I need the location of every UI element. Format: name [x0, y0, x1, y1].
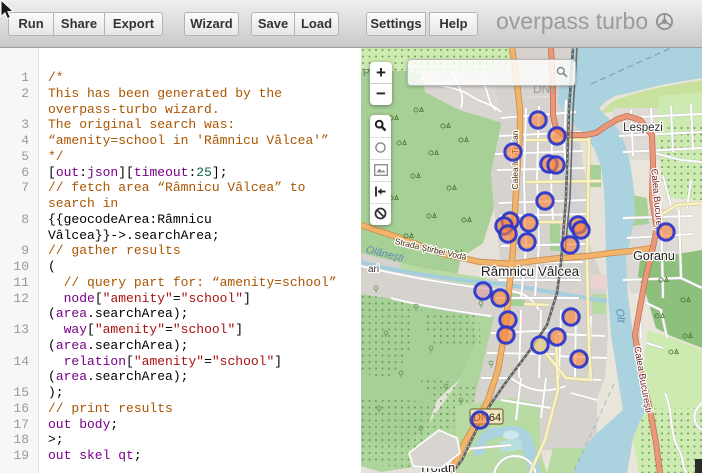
svg-text:ari: ari: [368, 264, 379, 275]
svg-text:Goranu: Goranu: [633, 249, 675, 263]
svg-text:Râmnicu Vâlcea: Râmnicu Vâlcea: [481, 264, 580, 279]
svg-text:Olt: Olt: [613, 308, 627, 324]
svg-text:Lespezi: Lespezi: [623, 122, 663, 134]
svg-text:P: P: [363, 68, 370, 79]
